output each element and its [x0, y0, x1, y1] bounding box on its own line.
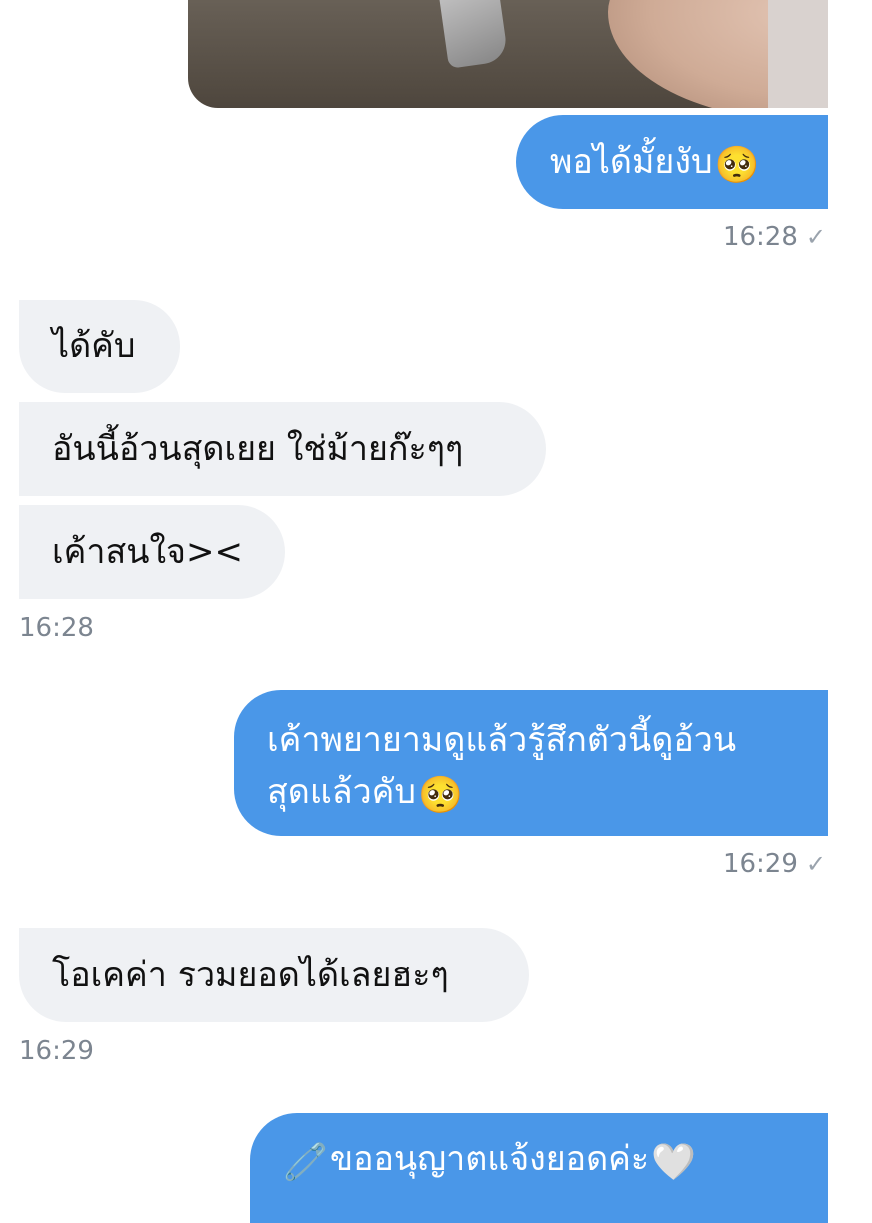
timestamp-text: 16:28: [19, 613, 94, 643]
message-timestamp: 16:28 ✓: [723, 222, 826, 252]
message-text: โอเคค่า รวมยอดได้เลยฮะๆ: [52, 955, 449, 995]
message-timestamp: 16:29 ✓: [723, 849, 826, 879]
incoming-message-bubble[interactable]: โอเคค่า รวมยอดได้เลยฮะๆ: [19, 928, 529, 1022]
message-timestamp: 16:28: [19, 613, 94, 643]
message-timestamp: 16:29: [19, 1036, 94, 1066]
message-text: อันนี้อ้วนสุดเยย ใช่ม้ายก๊ะๆๆ: [52, 429, 464, 469]
message-text: ขออนุญาตแจ้งยอดค่ะ: [329, 1139, 650, 1179]
photo-message[interactable]: [188, 0, 828, 108]
pleading-face-emoji-icon: 🥺: [714, 145, 760, 186]
outgoing-message-bubble[interactable]: พอได้มั้ยงับ🥺: [516, 115, 828, 209]
message-text: พอได้มั้ยงับ: [550, 142, 713, 182]
white-heart-emoji-icon: 🤍: [651, 1142, 696, 1183]
message-text-line-1: เค้าพยายามดูแล้วรู้สึกตัวนี้ดูอ้วน: [267, 720, 737, 760]
read-check-icon: ✓: [805, 850, 826, 878]
pleading-face-emoji-icon: 🥺: [418, 775, 463, 816]
outgoing-message-bubble[interactable]: 🧷ขออนุญาตแจ้งยอดค่ะ🤍: [250, 1113, 828, 1223]
message-text-line-2: สุดแล้วคับ🥺: [267, 766, 828, 818]
outgoing-message-bubble[interactable]: เค้าพยายามดูแล้วรู้สึกตัวนี้ดูอ้วน สุดแล…: [234, 690, 828, 836]
message-text: เค้าสนใจ><: [52, 532, 243, 572]
message-text: ได้คับ: [52, 326, 136, 366]
read-check-icon: ✓: [805, 223, 826, 251]
timestamp-text: 16:29: [19, 1036, 94, 1066]
timestamp-text: 16:28: [722, 222, 798, 252]
timestamp-text: 16:29: [722, 849, 798, 879]
safety-pin-emoji-icon: 🧷: [283, 1142, 328, 1183]
incoming-message-bubble[interactable]: อันนี้อ้วนสุดเยย ใช่ม้ายก๊ะๆๆ: [19, 402, 546, 496]
incoming-message-bubble[interactable]: เค้าสนใจ><: [19, 505, 285, 599]
incoming-message-bubble[interactable]: ได้คับ: [19, 300, 180, 393]
photo-bag-region: [437, 0, 509, 69]
photo-wall-region: [768, 0, 828, 108]
message-text: สุดแล้วคับ: [267, 772, 416, 812]
